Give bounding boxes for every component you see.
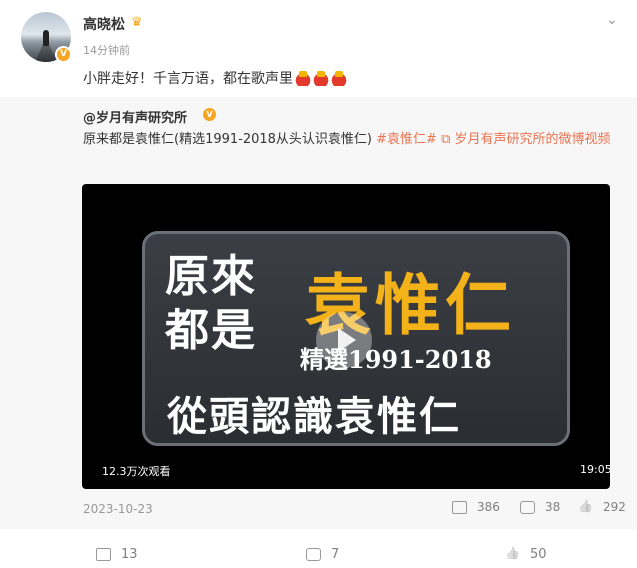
- video-duration: 19:05: [580, 463, 610, 476]
- like-icon: [578, 501, 593, 514]
- comment-button[interactable]: 7: [306, 547, 339, 562]
- repost-share-button[interactable]: 386: [452, 500, 500, 514]
- comment-icon: [520, 500, 535, 514]
- repost-date[interactable]: 2023-10-23: [83, 502, 153, 516]
- post-text: 小胖走好！千言万语，都在歌声里: [83, 68, 347, 88]
- repost-author[interactable]: @岁月有声研究所: [83, 107, 187, 126]
- repost-share-count: 386: [477, 500, 500, 514]
- comment-icon: [306, 548, 321, 561]
- video-source-link[interactable]: 岁月有声研究所的微博视频: [455, 132, 611, 147]
- share-icon: [452, 500, 467, 514]
- share-button[interactable]: 13: [96, 547, 138, 562]
- like-button[interactable]: 50: [505, 547, 547, 562]
- repost-comment-count: 38: [545, 500, 561, 514]
- username[interactable]: 高晓松: [83, 14, 125, 34]
- like-count: 50: [530, 547, 547, 562]
- video-views: 12.3万次观看: [102, 465, 171, 478]
- repost-comment-button[interactable]: 38: [520, 500, 560, 514]
- play-icon[interactable]: [316, 312, 372, 368]
- video-link-icon[interactable]: ⧉: [441, 132, 450, 147]
- share-count: 13: [121, 547, 138, 562]
- video-player[interactable]: 原來 都是 袁惟仁 精選1991-2018 從頭認識袁惟仁 12.3万次观看 1…: [82, 184, 610, 489]
- candle-emoji-icon: [295, 70, 311, 86]
- post-timestamp[interactable]: 14分钟前: [83, 42, 130, 58]
- thumbnail-line-1: 原來: [165, 251, 257, 302]
- thumbnail-line-2: 都是: [165, 305, 257, 356]
- candle-emoji-icon: [313, 70, 329, 86]
- like-icon: [505, 548, 520, 561]
- repost-text-content: 原来都是袁惟仁(精选1991-2018从头认识袁惟仁): [83, 132, 373, 147]
- repost-like-count: 292: [603, 500, 626, 514]
- repost-text: 原来都是袁惟仁(精选1991-2018从头认识袁惟仁) #袁惟仁# ⧉ 岁月有声…: [83, 130, 628, 150]
- verified-badge-icon: V: [203, 108, 216, 121]
- chevron-down-icon[interactable]: ⌄: [606, 12, 618, 28]
- thumbnail-bottom-line: 從頭認識袁惟仁: [167, 393, 461, 440]
- verified-badge-icon: V: [55, 46, 72, 63]
- hashtag-link[interactable]: #袁惟仁#: [376, 132, 437, 147]
- post-text-content: 小胖走好！千言万语，都在歌声里: [83, 71, 293, 87]
- repost-like-button[interactable]: 292: [578, 500, 626, 514]
- candle-emoji-icon: [331, 70, 347, 86]
- crown-icon: ♛: [131, 15, 143, 30]
- repost-block[interactable]: @岁月有声研究所 V 原来都是袁惟仁(精选1991-2018从头认识袁惟仁) #…: [0, 97, 637, 529]
- share-icon: [96, 548, 111, 561]
- avatar-person: [43, 30, 49, 46]
- comment-count: 7: [331, 547, 340, 562]
